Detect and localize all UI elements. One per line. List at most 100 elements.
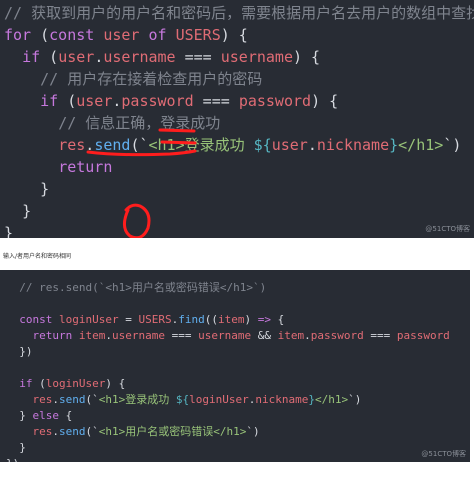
code-token-punctuation: ===: [164, 329, 199, 342]
code-token-keyword: if: [22, 48, 41, 66]
code-token-punctuation: }: [22, 202, 32, 220]
code-token-punctuation: }): [19, 345, 33, 358]
code-token-punctuation: `): [443, 136, 462, 154]
code-token-punctuation: {: [270, 313, 285, 326]
code-line: res.send(`<h1>登录成功 ${user.nickname}</h1>…: [4, 134, 461, 156]
code-token-keyword: const: [19, 313, 53, 326]
code-token-keyword: return: [58, 158, 113, 176]
code-line: return item.username === username && ite…: [6, 328, 450, 344]
code-token-variable: item: [277, 329, 305, 342]
code-token-variable: user: [58, 48, 95, 66]
code-token-punctuation: (: [32, 377, 46, 390]
code-token-punctuation: .: [304, 329, 311, 342]
code-line: res.send(`<h1>用户名或密码错误</h1>`): [6, 424, 260, 440]
code-line: }: [4, 178, 49, 200]
code-token-interpolation: }: [389, 136, 399, 154]
code-token-punctuation: .: [307, 136, 317, 154]
code-line: for (const user of USERS) {: [4, 24, 248, 46]
code-token-punctuation: }: [19, 409, 33, 422]
code-token-punctuation: (`: [130, 136, 149, 154]
code-token-punctuation: =: [125, 313, 139, 326]
code-line: // 信息正确，登录成功: [4, 112, 220, 134]
code-token-punctuation: ===: [193, 92, 239, 110]
code-line: // 用户存在接着检查用户的密码: [4, 68, 262, 90]
code-line: // res.send(`<h1>用户名或密码错误</h1>`): [6, 280, 266, 296]
code-token-keyword: if: [40, 92, 59, 110]
code-token-variable: item: [217, 313, 245, 326]
code-line: }: [6, 440, 26, 456]
code-token-variable: password: [396, 329, 450, 342]
code-line: // 获取到用户的用户名和密码后，需要根据用户名去用户的数组中查找用户: [4, 2, 474, 24]
code-line: }: [4, 200, 31, 222]
code-token-punctuation: }: [4, 224, 14, 238]
code-token-variable: nickname: [255, 393, 309, 406]
code-token-punctuation: ) {: [293, 48, 321, 66]
caption-text: 输入/者用户名和密码相同: [3, 253, 72, 260]
code-token-comment: // 获取到用户的用户名和密码后，需要根据用户名去用户的数组中查找用户: [4, 4, 474, 22]
code-token-punctuation: (: [58, 92, 77, 110]
code-line: res.send(`<h1>登录成功 ${loginUser.nickname}…: [6, 392, 362, 408]
code-line: if (user.password === password) {: [4, 90, 338, 112]
code-token-variable: loginUser: [52, 313, 126, 326]
code-token-method: send: [59, 393, 86, 406]
code-line: const loginUser = USERS.find((item) => {: [6, 312, 284, 328]
code-token-variable: nickname: [316, 136, 390, 154]
code-token-punctuation: }): [6, 457, 19, 462]
code-token-string: <h1>登录成功: [98, 393, 176, 406]
code-token-punctuation: &&: [251, 329, 278, 342]
code-token-punctuation: {: [59, 409, 73, 422]
code-token-keyword: =>: [257, 313, 271, 326]
code-token-punctuation: ): [244, 313, 258, 326]
code-token-punctuation: (`: [85, 393, 99, 406]
code-line: }: [4, 222, 13, 238]
code-token-variable: loginUser: [189, 393, 249, 406]
code-token-punctuation: ) {: [220, 26, 248, 44]
code-token-variable: res: [58, 136, 86, 154]
code-token-string: <h1>用户名或密码错误</h1>: [98, 425, 247, 438]
code-token-punctuation: `): [246, 425, 260, 438]
code-token-punctuation: ) {: [311, 92, 339, 110]
code-token-variable: item: [72, 329, 106, 342]
code-token-variable: username: [112, 329, 165, 342]
code-token-punctuation: (: [31, 26, 50, 44]
code-token-keyword: const: [49, 26, 95, 44]
code-line: return: [4, 156, 112, 178]
code-line: if (loginUser) {: [6, 376, 125, 392]
code-token-variable: password: [310, 329, 364, 342]
code-token-interpolation: ${: [253, 136, 272, 154]
code-token-variable: loginUser: [45, 377, 106, 390]
code-token-string: </h1>: [314, 393, 349, 406]
code-token-keyword: return: [32, 329, 73, 342]
code-token-method: send: [59, 425, 86, 438]
code-token-punctuation: .: [52, 393, 59, 406]
code-token-variable: password: [238, 92, 312, 110]
code-token-variable: user: [76, 92, 113, 110]
code-token-variable: res: [32, 425, 53, 438]
code-token-punctuation: (: [40, 48, 59, 66]
watermark: @51CTO博客: [421, 450, 466, 458]
code-token-string: </h1>: [398, 136, 444, 154]
code-token-keyword: for: [4, 26, 32, 44]
code-token-string: <h1>登录成功: [148, 136, 254, 154]
code-panel-top: // 获取到用户的用户名和密码后，需要根据用户名去用户的数组中查找用户 for (…: [0, 0, 474, 238]
code-token-method: send: [94, 136, 131, 154]
code-token-method: find: [178, 313, 205, 326]
code-token-punctuation: ((: [204, 313, 218, 326]
code-token-variable: username: [220, 48, 293, 66]
code-token-variable: user: [271, 136, 308, 154]
code-token-punctuation: `): [348, 393, 362, 406]
code-token-punctuation: .: [94, 48, 104, 66]
code-token-punctuation: }: [19, 441, 26, 454]
